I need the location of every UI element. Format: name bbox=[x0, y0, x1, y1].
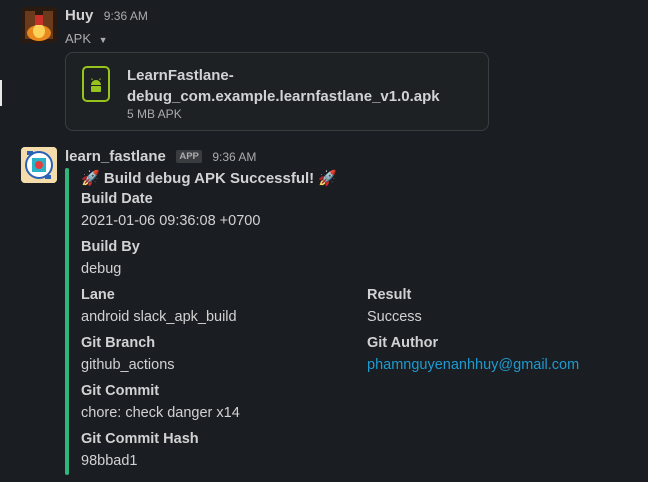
field-value-build-by: debug bbox=[81, 261, 122, 277]
field-title-git-commit-hash: Git Commit Hash bbox=[81, 431, 199, 447]
field-title-build-date: Build Date bbox=[81, 191, 153, 207]
file-name[interactable]: LearnFastlane- debug_com.example.learnfa… bbox=[127, 65, 440, 107]
file-attachment-card[interactable]: LearnFastlane- debug_com.example.learnfa… bbox=[65, 52, 489, 131]
field-value-build-date: 2021-01-06 09:36:08 +0700 bbox=[81, 213, 261, 229]
field-value-git-commit: chore: check danger x14 bbox=[81, 405, 240, 421]
field-title-git-branch: Git Branch bbox=[81, 335, 156, 351]
field-title-git-author: Git Author bbox=[367, 335, 439, 351]
attachment-accent-bar bbox=[65, 168, 69, 475]
field-value-lane: android slack_apk_build bbox=[81, 309, 237, 325]
field-title-build-by: Build By bbox=[81, 239, 140, 255]
avatar-huy[interactable] bbox=[21, 7, 57, 43]
file-meta: 5 MB APK bbox=[127, 107, 182, 121]
app-logo-icon bbox=[21, 147, 57, 183]
file-section-toggle[interactable]: APK ▼ bbox=[65, 31, 108, 46]
file-name-line1: LearnFastlane- bbox=[127, 67, 234, 84]
app-badge: APP bbox=[176, 150, 202, 163]
timestamp[interactable]: 9:36 AM bbox=[104, 9, 148, 23]
file-section-label: APK bbox=[65, 31, 92, 46]
author-name[interactable]: Huy bbox=[65, 7, 93, 24]
field-title-git-commit: Git Commit bbox=[81, 383, 160, 399]
avatar-learn-fastlane[interactable] bbox=[21, 147, 57, 183]
caret-down-icon: ▼ bbox=[98, 35, 108, 45]
attachment-title-text: Build debug APK Successful! bbox=[103, 170, 315, 187]
field-title-result: Result bbox=[367, 287, 412, 303]
git-author-email-link[interactable]: phamnguyenanhhuy@gmail.com bbox=[367, 357, 579, 373]
scroll-marker bbox=[0, 80, 2, 106]
field-title-lane: Lane bbox=[81, 287, 115, 303]
field-value-git-branch: github_actions bbox=[81, 357, 175, 373]
avatar-image bbox=[21, 7, 57, 43]
android-icon bbox=[82, 66, 110, 102]
field-value-result: Success bbox=[367, 309, 422, 325]
rocket-icon: 🚀 bbox=[81, 170, 100, 187]
attachment-title: 🚀 Build debug APK Successful! 🚀 bbox=[81, 169, 337, 187]
author-name[interactable]: learn_fastlane bbox=[65, 148, 166, 165]
file-name-line2: debug_com.example.learnfastlane_v1.0.apk bbox=[127, 88, 440, 105]
rocket-icon: 🚀 bbox=[318, 170, 338, 187]
timestamp[interactable]: 9:36 AM bbox=[212, 150, 256, 164]
field-value-git-commit-hash: 98bbad1 bbox=[81, 453, 138, 469]
